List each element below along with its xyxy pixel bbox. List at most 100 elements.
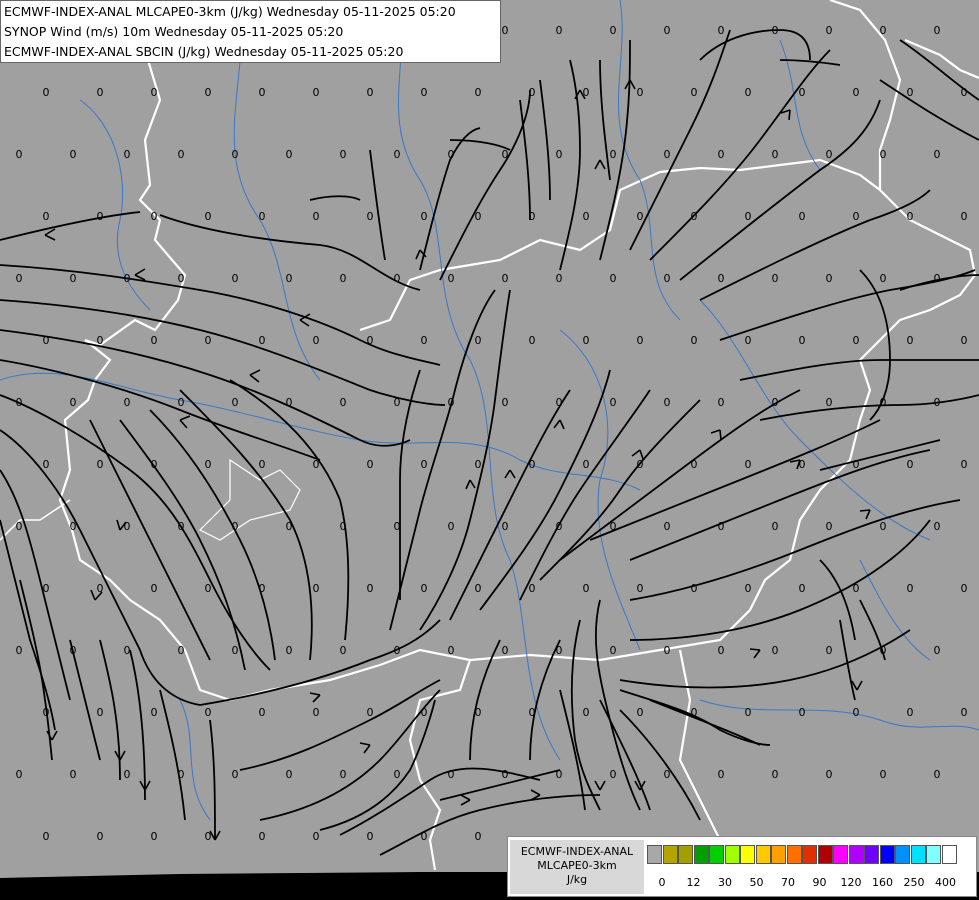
cape-value-label: 0 xyxy=(70,768,77,781)
cape-value-label: 0 xyxy=(205,706,212,719)
cape-value-label: 0 xyxy=(772,148,779,161)
cape-value-label: 0 xyxy=(934,768,941,781)
cape-value-label: 0 xyxy=(502,24,509,37)
legend-tick-label: 90 xyxy=(812,876,827,889)
cape-value-label: 0 xyxy=(691,86,698,99)
cape-value-label: 0 xyxy=(502,520,509,533)
cape-value-label: 0 xyxy=(502,272,509,285)
cape-value-label: 0 xyxy=(16,272,23,285)
map-header: ECMWF-INDEX-ANAL MLCAPE0-3km (J/kg) Wedn… xyxy=(0,0,501,63)
cape-value-label: 0 xyxy=(286,520,293,533)
cape-value-label: 0 xyxy=(529,86,536,99)
cape-value-label: 0 xyxy=(772,768,779,781)
cape-value-label: 0 xyxy=(934,272,941,285)
legend-swatch xyxy=(709,845,724,864)
cape-value-label: 0 xyxy=(826,644,833,657)
cape-value-label: 0 xyxy=(907,86,914,99)
cape-value-label: 0 xyxy=(205,458,212,471)
cape-value-label: 0 xyxy=(718,644,725,657)
cape-value-label: 0 xyxy=(151,458,158,471)
cape-value-label: 0 xyxy=(367,706,374,719)
cape-value-label: 0 xyxy=(43,334,50,347)
cape-value-label: 0 xyxy=(610,396,617,409)
cape-value-label: 0 xyxy=(961,210,968,223)
cape-value-label: 0 xyxy=(583,86,590,99)
cape-value-label: 0 xyxy=(124,272,131,285)
cape-value-label: 0 xyxy=(43,210,50,223)
cape-value-label: 0 xyxy=(961,334,968,347)
cape-value-label: 0 xyxy=(799,210,806,223)
cape-value-label: 0 xyxy=(394,396,401,409)
cape-value-label: 0 xyxy=(259,830,266,843)
cape-value-label: 0 xyxy=(124,768,131,781)
cape-value-label: 0 xyxy=(529,706,536,719)
cape-value-label: 0 xyxy=(772,24,779,37)
weather-map: 0 0 0 0 0 0 0 0 0 0 0 0 0 0 0 0 0 0 0 0 0 0 0 0 0 0 0 0 0 0 0 0 0 0 0 0 0 0 0 0… xyxy=(0,0,979,900)
cape-value-label: 0 xyxy=(556,768,563,781)
legend-label-box: ECMWF-INDEX-ANAL MLCAPE0-3km J/kg xyxy=(510,840,644,894)
legend-tick-label: 400 xyxy=(935,876,956,889)
cape-value-label: 0 xyxy=(826,272,833,285)
cape-value-label: 0 xyxy=(718,24,725,37)
cape-value-label: 0 xyxy=(556,644,563,657)
cape-value-label: 0 xyxy=(151,334,158,347)
legend-swatch xyxy=(817,845,833,864)
cape-value-label: 0 xyxy=(637,334,644,347)
cape-value-label: 0 xyxy=(610,520,617,533)
legend-tick-label: 250 xyxy=(903,876,925,889)
cape-value-label: 0 xyxy=(826,768,833,781)
cape-value-label: 0 xyxy=(799,582,806,595)
legend-unit: J/kg xyxy=(566,873,588,886)
legend-title: ECMWF-INDEX-ANAL xyxy=(520,845,634,858)
cape-value-label: 0 xyxy=(232,148,239,161)
cape-value-label: 0 xyxy=(151,210,158,223)
cape-value-label: 0 xyxy=(259,582,266,595)
cape-value-label: 0 xyxy=(826,396,833,409)
cape-value-label: 0 xyxy=(97,86,104,99)
cape-value-label: 0 xyxy=(880,520,887,533)
cape-value-label: 0 xyxy=(853,706,860,719)
legend-swatch xyxy=(786,845,802,864)
cape-value-label: 0 xyxy=(367,86,374,99)
cape-value-label: 0 xyxy=(475,210,482,223)
cape-value-label: 0 xyxy=(772,644,779,657)
cape-value-label: 0 xyxy=(448,272,455,285)
cape-value-label: 0 xyxy=(502,644,509,657)
cape-value-label: 0 xyxy=(367,210,374,223)
cape-value-label: 0 xyxy=(367,334,374,347)
cape-value-label: 0 xyxy=(583,706,590,719)
cape-value-label: 0 xyxy=(43,706,50,719)
legend-swatch xyxy=(755,845,771,864)
header-line-1: ECMWF-INDEX-ANAL MLCAPE0-3km (J/kg) Wedn… xyxy=(4,4,456,19)
cape-value-label: 0 xyxy=(880,24,887,37)
cape-value-label: 0 xyxy=(178,644,185,657)
cape-value-label: 0 xyxy=(880,148,887,161)
cape-value-label: 0 xyxy=(934,644,941,657)
legend-swatch xyxy=(864,845,879,864)
legend-tick-label: 30 xyxy=(718,876,732,889)
cape-value-label: 0 xyxy=(502,148,509,161)
cape-value-label: 0 xyxy=(691,706,698,719)
cape-value-label: 0 xyxy=(880,396,887,409)
cape-value-label: 0 xyxy=(421,458,428,471)
cape-value-label: 0 xyxy=(421,706,428,719)
cape-value-label: 0 xyxy=(421,582,428,595)
cape-value-label: 0 xyxy=(934,24,941,37)
cape-value-label: 0 xyxy=(97,334,104,347)
cape-value-label: 0 xyxy=(151,706,158,719)
cape-value-label: 0 xyxy=(853,86,860,99)
legend-tick-label: 70 xyxy=(781,876,795,889)
legend-swatch xyxy=(740,845,755,864)
cape-value-label: 0 xyxy=(610,24,617,37)
cape-value-label: 0 xyxy=(475,334,482,347)
cape-value-label: 0 xyxy=(907,210,914,223)
cape-value-label: 0 xyxy=(799,86,806,99)
cape-value-label: 0 xyxy=(853,210,860,223)
cape-value-label: 0 xyxy=(340,768,347,781)
cape-value-label: 0 xyxy=(637,706,644,719)
cape-value-label: 0 xyxy=(232,768,239,781)
cape-value-label: 0 xyxy=(880,768,887,781)
cape-value-label: 0 xyxy=(43,830,50,843)
cape-value-label: 0 xyxy=(70,148,77,161)
cape-value-label: 0 xyxy=(853,582,860,595)
